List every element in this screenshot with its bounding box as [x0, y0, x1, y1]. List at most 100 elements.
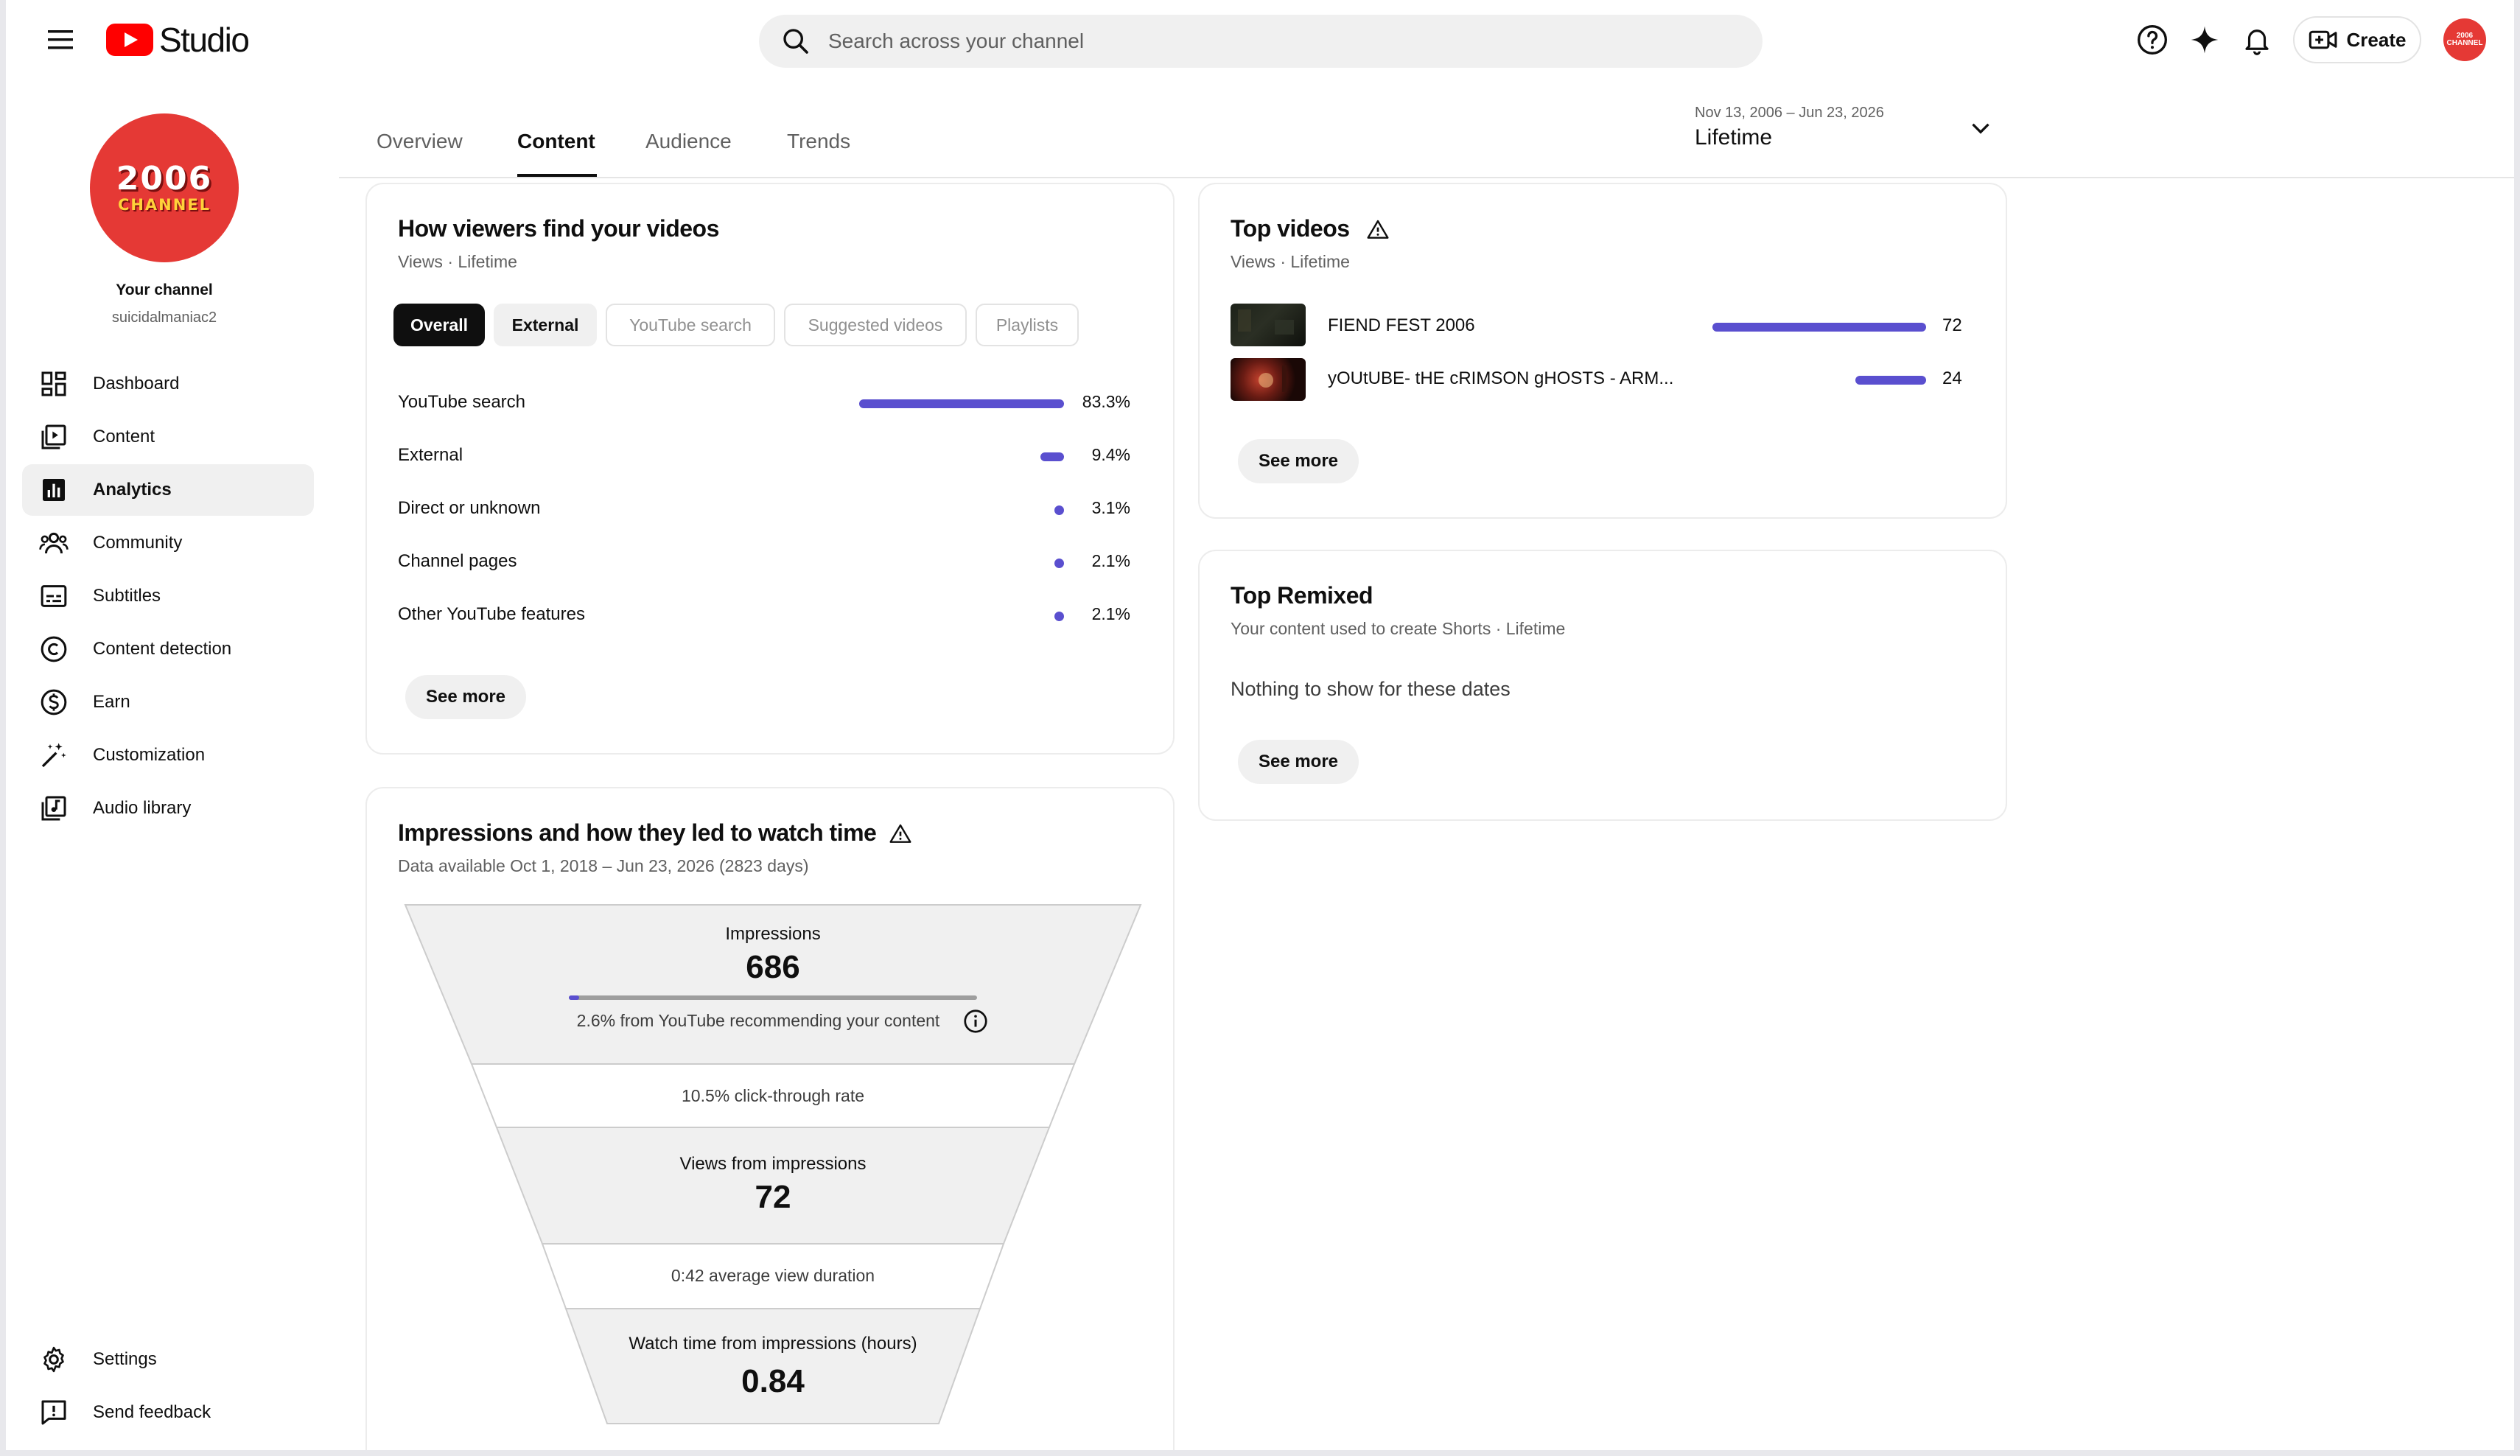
search-bar[interactable] — [759, 15, 1763, 68]
chip-overall[interactable]: Overall — [393, 304, 485, 346]
sparkle-icon[interactable] — [2184, 19, 2225, 60]
video-title[interactable]: FIEND FEST 2006 — [1328, 315, 1475, 336]
traffic-source-label: Other YouTube features — [398, 604, 585, 624]
traffic-source-value: 2.1% — [1091, 604, 1130, 623]
channel-handle: suicidalmaniac2 — [111, 309, 217, 326]
traffic-source-label: Channel pages — [398, 551, 517, 571]
dollar-icon — [37, 687, 71, 717]
top-remixed-see-more-button[interactable]: See more — [1238, 740, 1359, 784]
traffic-source-label: YouTube search — [398, 392, 526, 412]
video-views-bar — [1855, 376, 1926, 385]
top-remixed-subtitle: Your content used to create Shorts · Lif… — [1231, 619, 1566, 638]
watch-time-value: 0.84 — [741, 1363, 805, 1399]
account-avatar[interactable]: 2006 CHANNEL — [2443, 18, 2486, 61]
magic-wand-icon — [37, 741, 71, 770]
traffic-source-bar — [1054, 612, 1064, 621]
help-icon[interactable] — [2132, 19, 2173, 60]
video-add-icon — [2309, 30, 2337, 49]
warning-icon[interactable] — [889, 822, 912, 850]
search-icon — [783, 29, 808, 54]
content-icon — [37, 422, 71, 452]
gear-icon — [37, 1345, 71, 1374]
date-range-text: Nov 13, 2006 – Jun 23, 2026 — [1695, 105, 1884, 121]
analytics-icon — [37, 475, 71, 505]
traffic-see-more-button[interactable]: See more — [405, 675, 526, 719]
funnel-subtitle: Data available Oct 1, 2018 – Jun 23, 202… — [398, 856, 809, 875]
dashboard-icon — [37, 369, 71, 399]
traffic-source-value: 3.1% — [1091, 498, 1130, 517]
video-views-bar — [1712, 323, 1926, 332]
top-videos-subtitle: Views · Lifetime — [1231, 252, 1350, 271]
traffic-source-bar — [859, 399, 1064, 408]
sidebar-item-subtitles[interactable]: Subtitles — [22, 570, 314, 622]
info-icon[interactable] — [962, 1008, 989, 1038]
sidebar-item-content-detection[interactable]: Content detection — [22, 623, 314, 675]
channel-label: Your channel — [116, 281, 213, 298]
studio-app: Studio Create 2006 CHANNEL 2006 CHANNEL … — [6, 0, 2514, 1450]
video-views-value: 24 — [1942, 368, 1962, 388]
traffic-source-label: External — [398, 445, 463, 465]
sidebar-item-dashboard[interactable]: Dashboard — [22, 358, 314, 410]
impressions-label: Impressions — [725, 924, 821, 944]
video-title[interactable]: yOUtUBE- tHE cRIMSON gHOSTS - ARM... — [1328, 368, 1673, 389]
top-remixed-title: Top Remixed — [1231, 582, 1373, 609]
funnel-title: Impressions and how they led to watch ti… — [398, 819, 877, 846]
sidebar-item-earn[interactable]: Earn — [22, 676, 314, 728]
logo-text: Studio — [159, 21, 250, 59]
subtitles-icon — [37, 581, 71, 611]
notifications-icon[interactable] — [2236, 19, 2278, 60]
traffic-source-value: 9.4% — [1091, 445, 1130, 464]
avg-view-duration-text: 0:42 average view duration — [671, 1266, 875, 1285]
channel-avatar[interactable]: 2006 CHANNEL — [90, 113, 239, 262]
warning-icon[interactable] — [1366, 218, 1390, 245]
recommendation-text: 2.6% from YouTube recommending your cont… — [576, 1011, 940, 1030]
top-videos-title: Top videos — [1231, 215, 1350, 242]
channel-avatar-year: 2006 — [116, 160, 213, 197]
sidebar-item-analytics[interactable]: Analytics — [22, 464, 314, 516]
tab-trends[interactable]: Trends — [787, 130, 850, 153]
date-period-text: Lifetime — [1695, 125, 1773, 150]
community-icon — [37, 528, 71, 559]
chip-external[interactable]: External — [494, 304, 597, 346]
chip-youtube-search[interactable]: YouTube search — [606, 304, 775, 346]
sidebar-item-content[interactable]: Content — [22, 411, 314, 463]
traffic-source-value: 83.3% — [1082, 392, 1130, 411]
sidebar-item-settings[interactable]: Settings — [22, 1334, 314, 1385]
sidebar-item-community[interactable]: Community — [22, 517, 314, 569]
sidebar-item-customization[interactable]: Customization — [22, 729, 314, 781]
tabs-divider — [339, 177, 2514, 178]
ctr-text: 10.5% click-through rate — [681, 1086, 864, 1105]
search-input[interactable] — [827, 29, 1714, 54]
traffic-source-bar — [1040, 452, 1064, 461]
traffic-source-bar — [1054, 505, 1064, 515]
traffic-source-value: 2.1% — [1091, 551, 1130, 570]
video-thumbnail[interactable] — [1231, 358, 1306, 401]
studio-logo[interactable]: Studio — [106, 19, 250, 60]
tab-audience[interactable]: Audience — [645, 130, 732, 153]
audio-library-icon — [37, 794, 71, 823]
top-remixed-empty-text: Nothing to show for these dates — [1231, 678, 1511, 700]
video-thumbnail[interactable] — [1231, 304, 1306, 346]
video-views-value: 72 — [1942, 315, 1962, 335]
copyright-icon — [37, 634, 71, 664]
sidebar-item-audio-library[interactable]: Audio library — [22, 783, 314, 834]
top-videos-see-more-button[interactable]: See more — [1238, 439, 1359, 483]
menu-icon[interactable] — [37, 19, 84, 60]
recommendation-share-fill — [569, 995, 580, 1000]
impressions-value: 686 — [746, 949, 800, 985]
chevron-down-icon[interactable] — [1967, 115, 1994, 145]
traffic-source-label: Direct or unknown — [398, 498, 541, 518]
channel-avatar-word: CHANNEL — [117, 196, 211, 214]
recommendation-share-track — [569, 995, 977, 1000]
sidebar-item-send-feedback[interactable]: Send feedback — [22, 1387, 314, 1438]
tab-content[interactable]: Content — [517, 130, 595, 153]
traffic-source-bar — [1054, 559, 1064, 568]
watch-time-label: Watch time from impressions (hours) — [629, 1334, 917, 1354]
create-label: Create — [2346, 28, 2407, 51]
traffic-sources-title: How viewers find your videos — [398, 215, 719, 242]
create-button[interactable]: Create — [2293, 16, 2421, 63]
traffic-sources-subtitle: Views · Lifetime — [398, 252, 517, 271]
chip-playlists[interactable]: Playlists — [976, 304, 1079, 346]
chip-suggested-videos[interactable]: Suggested videos — [784, 304, 967, 346]
tab-overview[interactable]: Overview — [377, 130, 463, 153]
